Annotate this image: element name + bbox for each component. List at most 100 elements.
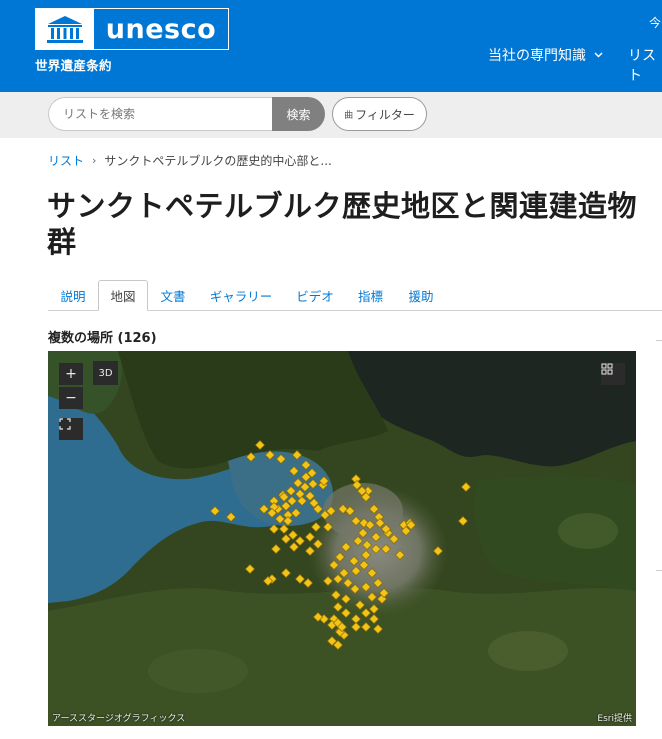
site-marker[interactable] xyxy=(368,613,380,625)
language-link[interactable]: 今 xyxy=(649,14,661,31)
search-button[interactable]: 検索 xyxy=(272,97,325,131)
site-marker[interactable] xyxy=(258,503,270,515)
map-provider: Esri提供 xyxy=(597,714,632,724)
tab-map[interactable]: 地図 xyxy=(98,280,148,311)
tab-documents[interactable]: 文書 xyxy=(148,280,198,310)
site-marker[interactable] xyxy=(372,623,384,635)
site-marker[interactable] xyxy=(350,565,362,577)
nav-expertise-label: 当社の専門知識 xyxy=(488,48,586,64)
site-marker[interactable] xyxy=(334,551,346,563)
site-marker[interactable] xyxy=(380,543,392,555)
site-marker[interactable] xyxy=(361,539,373,551)
nav-list-label: リスト xyxy=(628,48,656,84)
site-marker[interactable] xyxy=(274,513,286,525)
site-marker[interactable] xyxy=(291,449,303,461)
site-marker[interactable] xyxy=(338,567,350,579)
site-marker[interactable] xyxy=(340,607,352,619)
breadcrumb-list-link[interactable]: リスト xyxy=(48,152,84,169)
site-marker[interactable] xyxy=(254,439,266,451)
site-marker[interactable] xyxy=(268,523,280,535)
filter-button[interactable]: 曲 フィルター xyxy=(332,97,427,131)
site-marker[interactable] xyxy=(354,599,366,611)
site-marker[interactable] xyxy=(332,601,344,613)
map-attribution: アーススタージオグラフィックス xyxy=(52,714,186,724)
site-marker[interactable] xyxy=(285,485,297,497)
site-marker[interactable] xyxy=(310,521,322,533)
site-marker[interactable] xyxy=(360,607,372,619)
zoom-in-button[interactable]: + xyxy=(59,363,83,385)
zoom-out-button[interactable]: − xyxy=(59,387,83,409)
tab-description[interactable]: 説明 xyxy=(48,280,98,310)
tab-gallery[interactable]: ギャラリー xyxy=(200,280,282,310)
site-marker[interactable] xyxy=(304,531,316,543)
site-marker[interactable] xyxy=(328,559,340,571)
logo-wordmark: unesco xyxy=(105,13,217,45)
site-marker[interactable] xyxy=(288,465,300,477)
locations-count-title: 複数の場所 (126) xyxy=(48,331,157,346)
site-marker[interactable] xyxy=(275,453,287,465)
tab-indicators[interactable]: 指標 xyxy=(348,280,393,310)
site-marker[interactable] xyxy=(322,575,334,587)
site-marker[interactable] xyxy=(312,538,324,550)
filter-icon: 曲 xyxy=(344,110,354,121)
site-marker[interactable] xyxy=(278,523,290,535)
site-marker[interactable] xyxy=(432,545,444,557)
unesco-logo[interactable]: unesco xyxy=(35,8,229,50)
site-marker[interactable] xyxy=(225,511,237,523)
site-marker[interactable] xyxy=(370,543,382,555)
site-marker[interactable] xyxy=(372,577,384,589)
site-marker[interactable] xyxy=(304,545,316,557)
3d-toggle-button[interactable]: 3D xyxy=(93,361,118,385)
site-header: unesco 世界遺産条約 今 当社の専門知識 リスト xyxy=(0,0,662,92)
site-marker[interactable] xyxy=(209,505,221,517)
location-map[interactable]: + − 3D アーススタージオグラフィックス Esri提供 xyxy=(48,351,636,726)
site-marker[interactable] xyxy=(280,567,292,579)
site-marker[interactable] xyxy=(350,621,362,633)
site-marker[interactable] xyxy=(302,577,314,589)
nav-expertise[interactable]: 当社の専門知識 xyxy=(488,45,603,65)
tab-video[interactable]: ビデオ xyxy=(286,280,344,310)
site-marker[interactable] xyxy=(294,573,306,585)
heritage-site-markers xyxy=(209,439,472,651)
site-marker[interactable] xyxy=(366,591,378,603)
site-marker[interactable] xyxy=(264,449,276,461)
site-marker[interactable] xyxy=(245,451,257,463)
search-input[interactable] xyxy=(48,97,272,131)
tab-assistance[interactable]: 援助 xyxy=(396,280,446,310)
site-marker[interactable] xyxy=(282,515,294,527)
site-marker[interactable] xyxy=(340,593,352,605)
site-marker[interactable] xyxy=(290,507,302,519)
site-marker[interactable] xyxy=(358,559,370,571)
site-marker[interactable] xyxy=(342,577,354,589)
site-marker[interactable] xyxy=(348,555,360,567)
nav-list[interactable]: リスト xyxy=(628,45,662,85)
site-marker[interactable] xyxy=(300,459,312,471)
site-marker[interactable] xyxy=(357,527,369,539)
site-marker[interactable] xyxy=(460,481,472,493)
site-marker[interactable] xyxy=(332,573,344,585)
site-subtitle: 世界遺産条約 xyxy=(35,58,112,73)
site-marker[interactable] xyxy=(349,583,361,595)
site-marker[interactable] xyxy=(368,603,380,615)
site-marker[interactable] xyxy=(360,549,372,561)
site-marker[interactable] xyxy=(350,515,362,527)
site-marker[interactable] xyxy=(394,549,406,561)
right-panel-edge xyxy=(656,570,662,571)
site-marker[interactable] xyxy=(457,515,469,527)
site-marker[interactable] xyxy=(360,581,372,593)
basemap-gallery-icon[interactable] xyxy=(601,363,625,385)
site-marker[interactable] xyxy=(340,541,352,553)
site-marker[interactable] xyxy=(294,535,306,547)
site-marker[interactable] xyxy=(288,541,300,553)
site-marker[interactable] xyxy=(388,533,400,545)
site-marker[interactable] xyxy=(244,563,256,575)
site-marker[interactable] xyxy=(270,543,282,555)
site-marker[interactable] xyxy=(322,521,334,533)
site-marker[interactable] xyxy=(366,567,378,579)
site-marker[interactable] xyxy=(352,535,364,547)
site-marker[interactable] xyxy=(360,621,372,633)
site-marker[interactable] xyxy=(368,503,380,515)
site-marker[interactable] xyxy=(370,531,382,543)
fullscreen-icon[interactable] xyxy=(59,418,83,440)
site-marker[interactable] xyxy=(330,589,342,601)
